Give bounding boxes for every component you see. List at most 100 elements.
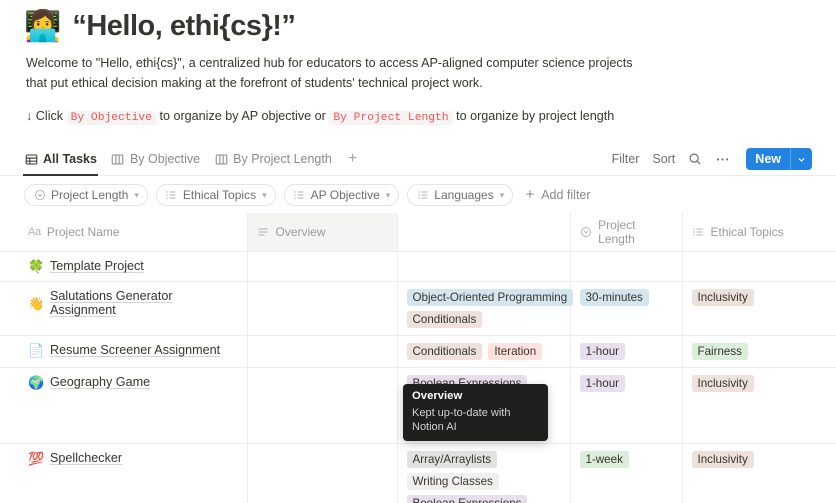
cell-overview[interactable]	[247, 367, 398, 445]
add-filter-label: Add filter	[541, 188, 591, 203]
projects-table: Aa Project Name Overview Project Length …	[0, 213, 836, 503]
view-tabs: All Tasks By Objective By Project Length…	[23, 143, 359, 177]
cell-ethical-topics[interactable]: Inclusivity	[682, 367, 836, 445]
page-header: 👩‍💻 “Hello, ethi{cs}!” Welcome to "Hello…	[0, 0, 836, 127]
notion-page: 👩‍💻 “Hello, ethi{cs}!” Welcome to "Hello…	[0, 0, 836, 503]
multiselect-icon	[165, 189, 178, 202]
filter-pill-project-length[interactable]: Project Length ▾	[24, 184, 148, 207]
cell-ethical-topics[interactable]	[682, 251, 836, 283]
column-header-ap-objective[interactable]	[397, 213, 571, 253]
tag: Object-Oriented Programming	[406, 289, 574, 307]
column-header-project-length[interactable]: Project Length	[570, 213, 683, 253]
filter-pill-label: Project Length	[51, 188, 129, 203]
board-icon	[214, 152, 228, 166]
row-emoji-icon: 🍀	[28, 258, 45, 274]
cell-project-name[interactable]: 💯 Spellchecker	[0, 443, 248, 503]
project-name-link[interactable]: Geography Game	[50, 375, 150, 389]
multiselect-icon	[293, 189, 306, 202]
column-header-project-name[interactable]: Aa Project Name	[0, 213, 248, 253]
filter-pill-ethical-topics[interactable]: Ethical Topics ▾	[155, 184, 276, 207]
hint-code-by-project-length[interactable]: By Project Length	[329, 111, 453, 126]
add-view-icon[interactable]: +	[346, 150, 359, 168]
tag-list: Inclusivity	[691, 375, 829, 393]
table-row[interactable]: 🍀 Template Project	[0, 251, 836, 283]
tag-list: Fairness	[691, 343, 829, 361]
ellipsis-icon[interactable]	[715, 152, 730, 167]
tooltip-subtitle: Kept up-to-date with Notion AI	[412, 406, 511, 434]
tab-all-tasks-label: All Tasks	[43, 152, 97, 167]
table-row[interactable]: 📄 Resume Screener Assignment Conditionals I…	[0, 335, 836, 369]
project-name-link[interactable]: Resume Screener Assignment	[50, 343, 220, 357]
multiselect-icon	[416, 189, 429, 202]
tag-list: Inclusivity	[691, 289, 829, 307]
tab-by-project-length-label: By Project Length	[233, 152, 332, 167]
table-row[interactable]: 👋 Salutations Generator Assignment Object-…	[0, 281, 836, 337]
column-header-overview[interactable]: Overview	[247, 213, 398, 253]
cell-project-length[interactable]: 30-minutes	[570, 281, 683, 337]
tag: Iteration	[488, 343, 543, 361]
hint-middle: to organize by AP objective or	[155, 109, 330, 124]
cell-ethical-topics[interactable]: Inclusivity	[682, 443, 836, 503]
tag: Conditionals	[406, 343, 483, 361]
search-icon[interactable]	[688, 152, 702, 166]
project-name-link[interactable]: Template Project	[50, 259, 144, 273]
table-body: 🍀 Template Project 👋 Salutations Generator …	[0, 251, 836, 503]
cell-ap-objective[interactable]: Conditionals Iteration	[397, 335, 571, 369]
tag: Fairness	[691, 343, 748, 361]
hint-code-by-objective[interactable]: By Objective	[66, 111, 156, 126]
column-header-label: Ethical Topics	[710, 225, 784, 240]
sort-button[interactable]: Sort	[652, 152, 675, 166]
tag: 1-hour	[579, 343, 626, 361]
tag-list: 30-minutes	[579, 289, 674, 307]
new-button-label: New	[755, 152, 781, 167]
cell-project-name[interactable]: 📄 Resume Screener Assignment	[0, 335, 248, 369]
cell-project-name[interactable]: 🍀 Template Project	[0, 251, 248, 283]
chevron-down-icon[interactable]	[791, 148, 812, 170]
tag-list: Conditionals Iteration	[406, 343, 562, 361]
tab-by-project-length[interactable]: By Project Length	[214, 143, 332, 175]
project-name-link[interactable]: Spellchecker	[50, 451, 122, 465]
row-emoji-icon: 👋	[28, 295, 45, 311]
cell-ethical-topics[interactable]: Inclusivity	[682, 281, 836, 337]
cell-project-length[interactable]: 1-hour	[570, 335, 683, 369]
add-filter-button[interactable]: Add filter	[524, 188, 591, 203]
table-row[interactable]: 💯 Spellchecker Array/Arraylists Writing Cla…	[0, 443, 836, 503]
filter-pill-ap-objective[interactable]: AP Objective ▾	[283, 184, 400, 207]
tag: Writing Classes	[406, 473, 499, 491]
cell-project-length[interactable]: 1-week	[570, 443, 683, 503]
row-emoji-icon: 🌍	[28, 374, 45, 390]
cell-overview[interactable]	[247, 443, 398, 503]
filter-pill-languages[interactable]: Languages ▾	[407, 184, 514, 207]
tab-by-objective[interactable]: By Objective	[111, 143, 200, 175]
cell-project-name[interactable]: 👋 Salutations Generator Assignment	[0, 281, 248, 337]
filter-pill-label: Ethical Topics	[182, 188, 257, 203]
filter-pill-label: Languages	[434, 188, 494, 203]
cell-ap-objective[interactable]: Object-Oriented Programming Conditionals	[397, 281, 574, 337]
tag-list: 1-hour	[579, 343, 674, 361]
new-button[interactable]: New	[746, 148, 812, 171]
view-actions: Filter Sort New	[612, 148, 812, 171]
cell-project-length[interactable]: 1-hour	[570, 367, 683, 445]
view-tab-bar: All Tasks By Objective By Project Length…	[0, 143, 836, 177]
column-header-label: Overview	[275, 225, 326, 240]
table-header: Aa Project Name Overview Project Length …	[0, 213, 836, 253]
plus-icon	[524, 188, 536, 203]
select-icon	[580, 226, 593, 239]
column-header-ethical-topics[interactable]: Ethical Topics	[682, 213, 836, 253]
cell-overview[interactable]	[247, 251, 398, 283]
tag: 30-minutes	[579, 289, 649, 307]
filter-button[interactable]: Filter	[612, 152, 640, 166]
cell-project-name[interactable]: 🌍 Geography Game	[0, 367, 248, 445]
tab-all-tasks[interactable]: All Tasks	[23, 143, 98, 177]
cell-ethical-topics[interactable]: Fairness	[682, 335, 836, 369]
cell-ap-objective[interactable]: Array/Arraylists Writing Classes Boolean E…	[397, 443, 571, 503]
cell-overview[interactable]	[247, 281, 398, 337]
cell-ap-objective[interactable]	[397, 251, 571, 283]
cell-project-length[interactable]	[570, 251, 683, 283]
tag-list: Inclusivity	[691, 451, 829, 469]
page-hint: ↓ Click By Objective to organize by AP o…	[26, 107, 836, 127]
tag: Boolean Expressions	[406, 495, 528, 503]
project-name-link[interactable]: Salutations Generator Assignment	[50, 289, 239, 317]
cell-overview[interactable]	[247, 335, 398, 369]
tag-list: 1-week	[579, 451, 674, 469]
